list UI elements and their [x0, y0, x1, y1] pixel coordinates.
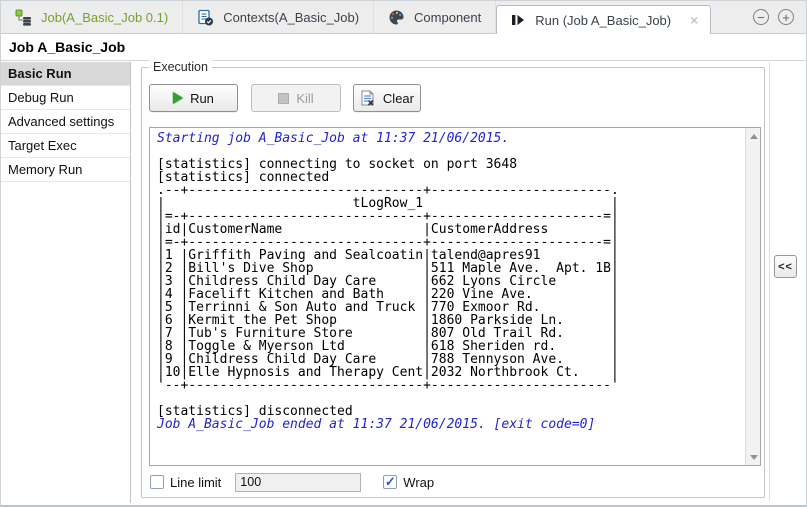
line-limit-label: Line limit — [170, 474, 222, 490]
kill-button[interactable]: Kill — [251, 84, 341, 112]
tab-close-icon[interactable]: × — [690, 13, 698, 27]
tab-label: Run (Job A_Basic_Job) — [535, 12, 672, 28]
console-line: Job A_Basic_Job ended at 11:37 21/06/201… — [157, 417, 596, 432]
tab-label: Component — [414, 9, 482, 25]
line-limit-checkbox[interactable] — [150, 475, 164, 489]
wrap-label: Wrap — [403, 474, 435, 490]
sidebar-item-target-exec[interactable]: Target Exec — [1, 134, 130, 158]
tab-label: Contexts(A_Basic_Job) — [223, 9, 360, 25]
tab-job[interactable]: Job(A_Basic_Job 0.1) — [1, 1, 184, 33]
run-view-window: Job(A_Basic_Job 0.1) Contexts(A_Basic_Job… — [0, 0, 807, 507]
kill-button-label: Kill — [296, 90, 314, 106]
run-icon — [509, 12, 526, 29]
tab-run[interactable]: Run (Job A_Basic_Job) × — [496, 5, 712, 34]
sidebar-item-debug-run[interactable]: Debug Run — [1, 86, 130, 110]
scroll-down-icon[interactable] — [746, 450, 760, 464]
execution-button-row: Run Kill Clear — [149, 84, 421, 112]
console-options-row: Line limit Wrap — [150, 472, 434, 492]
execution-groupbox: Execution Run Kill Clear Starting job A_… — [141, 60, 765, 498]
console-scrollbar[interactable] — [745, 128, 760, 465]
execution-group-label: Execution — [149, 60, 212, 74]
maximize-view-icon[interactable]: + — [778, 9, 794, 25]
console-line: Starting job A_Basic_Job at 11:37 21/06/… — [157, 131, 510, 146]
tab-label: Job(A_Basic_Job 0.1) — [41, 9, 169, 25]
console-line: '--+------------------------------+-----… — [157, 378, 619, 393]
run-button-label: Run — [190, 90, 214, 106]
scroll-up-icon[interactable] — [746, 129, 760, 143]
tab-contexts[interactable]: Contexts(A_Basic_Job) — [183, 1, 375, 33]
page-title: Job A_Basic_Job — [9, 39, 126, 55]
title-row: Job A_Basic_Job — [1, 34, 806, 61]
console-output: Starting job A_Basic_Job at 11:37 21/06/… — [157, 132, 742, 465]
collapse-panel-button[interactable]: << — [774, 255, 797, 278]
panel-separator — [769, 62, 770, 501]
wrap-option: Wrap — [383, 475, 434, 490]
clear-button-label: Clear — [382, 90, 414, 106]
clear-button[interactable]: Clear — [353, 84, 421, 112]
sidebar-item-basic-run[interactable]: Basic Run — [1, 62, 130, 86]
minimize-view-icon[interactable]: − — [753, 9, 769, 25]
sidebar-item-advanced-settings[interactable]: Advanced settings — [1, 110, 130, 134]
tab-strip: Job(A_Basic_Job 0.1) Contexts(A_Basic_Job… — [1, 1, 806, 34]
stop-icon — [278, 92, 290, 104]
line-limit-input[interactable] — [235, 472, 362, 492]
tab-list: Job(A_Basic_Job 0.1) Contexts(A_Basic_Job… — [1, 1, 712, 34]
play-icon — [173, 92, 184, 104]
component-icon — [388, 9, 405, 26]
execution-console[interactable]: Starting job A_Basic_Job at 11:37 21/06/… — [149, 127, 761, 466]
clear-document-icon — [360, 90, 376, 107]
wrap-checkbox[interactable] — [383, 475, 398, 489]
run-button[interactable]: Run — [149, 84, 238, 112]
contexts-icon — [197, 9, 214, 26]
sidebar-item-memory-run[interactable]: Memory Run — [1, 158, 130, 182]
tab-component[interactable]: Component — [374, 1, 497, 33]
window-controls: − + — [753, 1, 806, 33]
job-icon — [15, 9, 32, 26]
run-view-sidebar: Basic Run Debug Run Advanced settings Targe… — [1, 62, 131, 503]
